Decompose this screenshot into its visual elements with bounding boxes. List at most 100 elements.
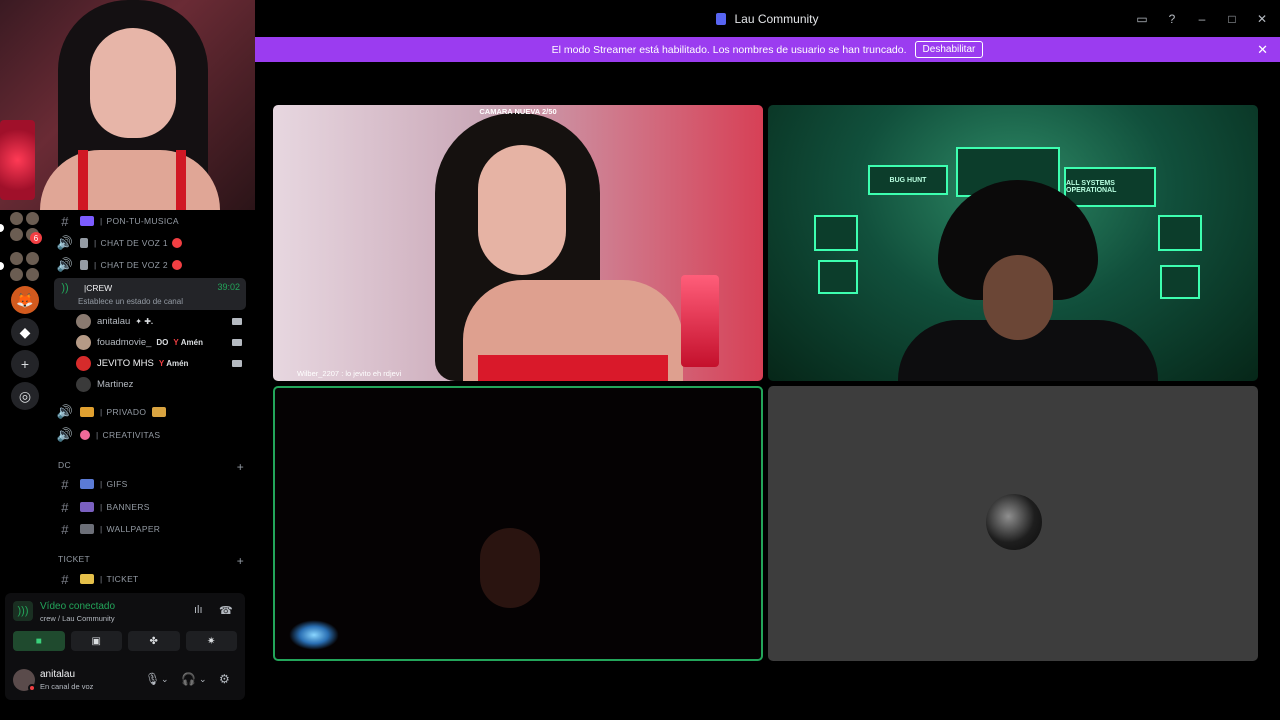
voice-member[interactable]: anitalau ✦ ✚. xyxy=(76,311,242,331)
live-dot-icon xyxy=(171,260,182,270)
video-light-glow xyxy=(289,620,339,650)
camera-icon xyxy=(232,317,242,325)
help-icon[interactable]: ? xyxy=(1164,11,1180,27)
wall-monitor: BUG HUNT xyxy=(868,165,948,195)
category-dc[interactable]: DC + xyxy=(58,460,244,474)
video-overlay-chat: Wilber_2207 : lo jevito eh rdjevi xyxy=(297,369,402,378)
chevron-down-icon[interactable]: ⌄ xyxy=(161,674,169,685)
status-dot-icon xyxy=(28,684,36,692)
video-lamp xyxy=(681,275,719,367)
headphones-icon[interactable]: 🎧 xyxy=(181,672,196,686)
wall-monitor xyxy=(1158,215,1202,251)
category-label: DC xyxy=(58,460,71,470)
channel-creativitas[interactable]: 🔊 | CREATIVITAS xyxy=(54,424,246,446)
voice-channel-icon: 🔊 xyxy=(56,235,74,250)
mention-badge: 6 xyxy=(30,232,42,244)
channel-label: BANNERS xyxy=(106,502,150,512)
signal-icon[interactable]: ))) xyxy=(13,601,33,621)
unread-pill xyxy=(0,262,4,270)
channel-label: PON-TU-MUSICA xyxy=(106,216,179,226)
channel-chat-de-voz-1[interactable]: 🔊 | CHAT DE VOZ 1 xyxy=(54,232,246,254)
camera-button[interactable]: ■ xyxy=(13,631,65,651)
voice-channel-icon: 🔊 xyxy=(56,404,74,419)
member-name: fouadmovie_ xyxy=(97,336,152,348)
music-note-icon xyxy=(80,216,94,226)
server-fox-icon[interactable]: 🦊 xyxy=(11,286,39,314)
channel-wallpaper[interactable]: # | WALLPAPER xyxy=(54,518,246,540)
soundboard-button[interactable]: ✷ xyxy=(185,631,237,651)
microphone-icon[interactable]: 🎙 xyxy=(145,672,160,686)
voice-connection-panel: ))) Vídeo conectado crew / Lau Community… xyxy=(5,593,245,660)
video-person-face xyxy=(480,528,540,608)
settings-gear-icon[interactable]: ⚙ xyxy=(219,672,230,686)
voice-channel-icon: 🔊 xyxy=(56,257,74,272)
add-channel-icon[interactable]: + xyxy=(237,460,244,474)
category-ticket[interactable]: TICKET + xyxy=(58,554,244,568)
avatar xyxy=(76,334,91,350)
channel-label: TICKET xyxy=(106,574,139,584)
channel-list: # | PON-TU-MUSICA 🔊 | CHAT DE VOZ 1 🔊 | … xyxy=(50,210,250,590)
channel-chat-de-voz-2[interactable]: 🔊 | CHAT DE VOZ 2 xyxy=(54,254,246,276)
username[interactable]: anitalau xyxy=(40,669,75,680)
speaker-icon xyxy=(80,238,88,248)
member-tag: Amén xyxy=(180,337,203,347)
noise-suppression-icon[interactable]: ılı xyxy=(194,604,203,616)
direct-messages-icon[interactable]: ◆ xyxy=(11,318,39,346)
member-name: JEVITO MHS xyxy=(97,357,154,369)
text-channel-icon: # xyxy=(61,499,69,515)
member-name: Martinez xyxy=(97,378,134,390)
video-tile-martinez[interactable] xyxy=(768,386,1258,661)
wall-monitor xyxy=(818,260,858,294)
voice-member[interactable]: Martinez xyxy=(76,374,242,394)
member-tag: ✦ ✚. xyxy=(135,316,154,326)
video-overlay-text: CAMARA NUEVA 2/50 xyxy=(479,107,557,116)
gift-icon xyxy=(152,407,167,417)
close-window-button[interactable]: ✕ xyxy=(1254,11,1270,27)
channel-privado[interactable]: 🔊 | PRIVADO xyxy=(54,401,246,423)
streamer-webcam-overlay xyxy=(0,0,255,210)
window-title: Lau Community xyxy=(734,11,819,26)
channel-status-prompt[interactable]: Establece un estado de canal xyxy=(78,297,183,306)
video-person-top xyxy=(478,355,668,381)
webcam-person-torso xyxy=(40,150,220,210)
voice-member[interactable]: fouadmovie_ DO Y Amén xyxy=(76,332,242,352)
banner-message: El modo Streamer está habilitado. Los no… xyxy=(551,43,907,56)
channel-gifs[interactable]: # | GIFS xyxy=(54,473,246,495)
inbox-icon[interactable]: ▭ xyxy=(1134,11,1150,27)
screen-share-button[interactable]: ▣ xyxy=(70,631,122,651)
text-channel-icon: # xyxy=(61,213,69,229)
disable-streamer-button[interactable]: Deshabilitar xyxy=(914,41,984,58)
close-icon[interactable]: ✕ xyxy=(1257,42,1268,58)
maximize-button[interactable]: □ xyxy=(1224,11,1240,27)
server-folder[interactable] xyxy=(10,252,40,282)
channel-banners[interactable]: # | BANNERS xyxy=(54,496,246,518)
minimize-button[interactable]: – xyxy=(1194,11,1210,27)
camera-icon xyxy=(232,359,242,367)
channel-label: CHAT DE VOZ 2 xyxy=(100,260,168,270)
channel-pon-tu-musica[interactable]: # | PON-TU-MUSICA xyxy=(54,210,246,232)
window-titlebar: Lau Community ▭ ? – □ ✕ xyxy=(255,0,1280,37)
voice-status-subtitle[interactable]: crew / Lau Community xyxy=(40,614,115,623)
activities-button[interactable]: ✤ xyxy=(128,631,180,651)
add-channel-icon[interactable]: + xyxy=(237,554,244,568)
channel-label: CREATIVITAS xyxy=(102,430,161,440)
video-tile-fouadmovie[interactable]: BUG HUNT ALL SYSTEMS OPERATIONAL xyxy=(768,105,1258,381)
avatar xyxy=(986,494,1042,550)
webcam-top-strap xyxy=(78,150,88,210)
banner-icon xyxy=(80,502,94,512)
channel-label: CREW xyxy=(86,283,113,293)
text-channel-icon: # xyxy=(61,571,69,587)
disconnect-icon[interactable]: ☎ xyxy=(219,604,233,617)
video-tile-jevito-speaking[interactable] xyxy=(273,386,763,661)
voice-channel-icon: 🔊 xyxy=(56,427,74,442)
add-server-icon[interactable]: + xyxy=(11,350,39,378)
avatar xyxy=(76,355,91,371)
member-tag: Amén xyxy=(166,358,189,368)
channel-ticket[interactable]: # | TICKET xyxy=(54,568,246,590)
wall-monitor: ALL SYSTEMS OPERATIONAL xyxy=(1064,167,1156,207)
channel-crew-active[interactable]: )) | CREW 39:02 Establece un estado de c… xyxy=(54,278,246,310)
chevron-down-icon[interactable]: ⌄ xyxy=(199,674,207,685)
video-tile-anitalau[interactable]: CAMARA NUEVA 2/50 Wilber_2207 : lo jevit… xyxy=(273,105,763,381)
voice-member[interactable]: JEVITO MHS Y Amén xyxy=(76,353,242,373)
discover-icon[interactable]: ◎ xyxy=(11,382,39,410)
